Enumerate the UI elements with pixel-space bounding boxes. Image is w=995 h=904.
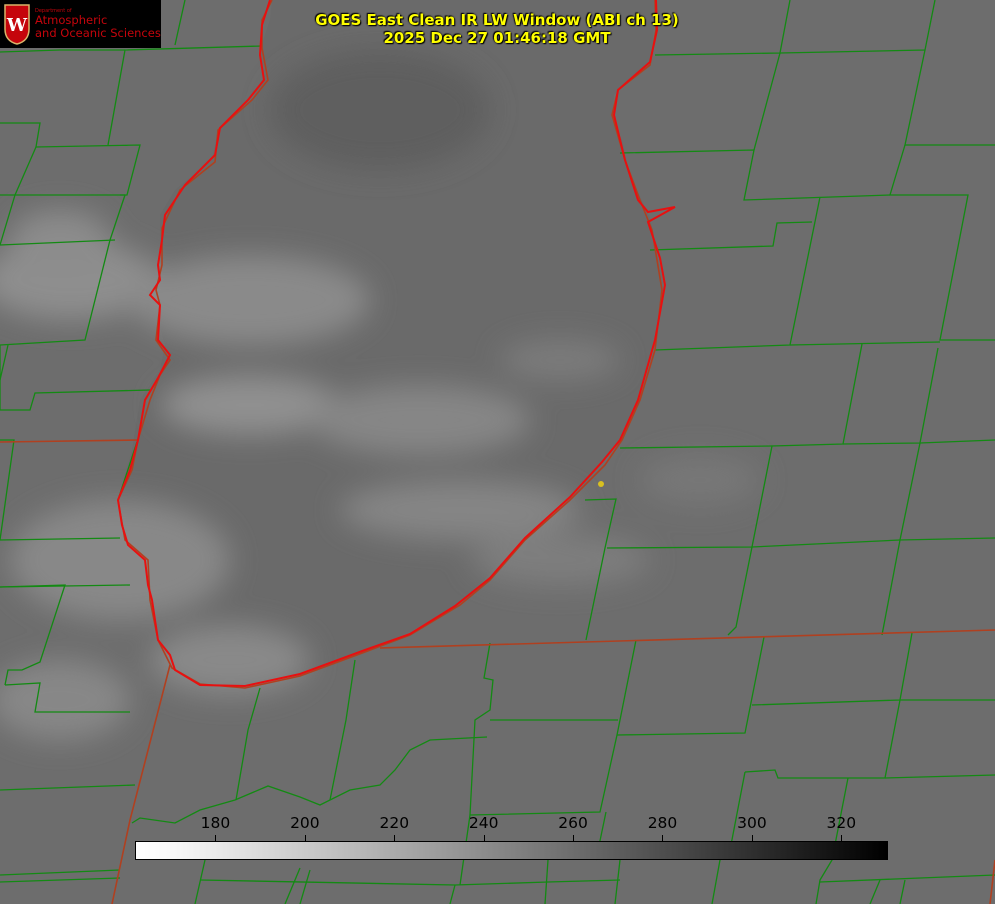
colorbar-tick-label: 180 bbox=[200, 814, 231, 832]
colorbar-tick-mark bbox=[215, 835, 217, 842]
location-marker bbox=[598, 481, 604, 487]
colorbar-tick-label: 220 bbox=[379, 814, 410, 832]
colorbar-tick-label: 320 bbox=[826, 814, 857, 832]
colorbar-tick-mark bbox=[483, 835, 485, 842]
satellite-map bbox=[0, 0, 995, 904]
colorbar-tick-mark bbox=[751, 835, 753, 842]
colorbar bbox=[135, 841, 888, 860]
title-timestamp: 2025 Dec 27 01:46:18 GMT bbox=[383, 29, 611, 47]
colorbar-tick-labels: 180 200 220 240 260 280 300 320 bbox=[0, 814, 995, 834]
colorbar-tick-label: 260 bbox=[558, 814, 588, 832]
image-title: GOES East Clean IR LW Window (ABI ch 13)… bbox=[0, 11, 995, 47]
colorbar-tick-mark bbox=[304, 835, 306, 842]
colorbar-tick-label: 200 bbox=[290, 814, 320, 832]
colorbar-tick-mark bbox=[394, 835, 396, 842]
colorbar-tick-mark bbox=[573, 835, 575, 842]
colorbar-tick-mark bbox=[841, 835, 843, 842]
colorbar-tick-mark bbox=[662, 835, 664, 842]
colorbar-tick-label: 280 bbox=[647, 814, 678, 832]
colorbar-tick-label: 300 bbox=[737, 814, 767, 832]
colorbar-tick-label: 240 bbox=[468, 814, 499, 832]
title-product: GOES East Clean IR LW Window (ABI ch 13) bbox=[315, 11, 679, 29]
